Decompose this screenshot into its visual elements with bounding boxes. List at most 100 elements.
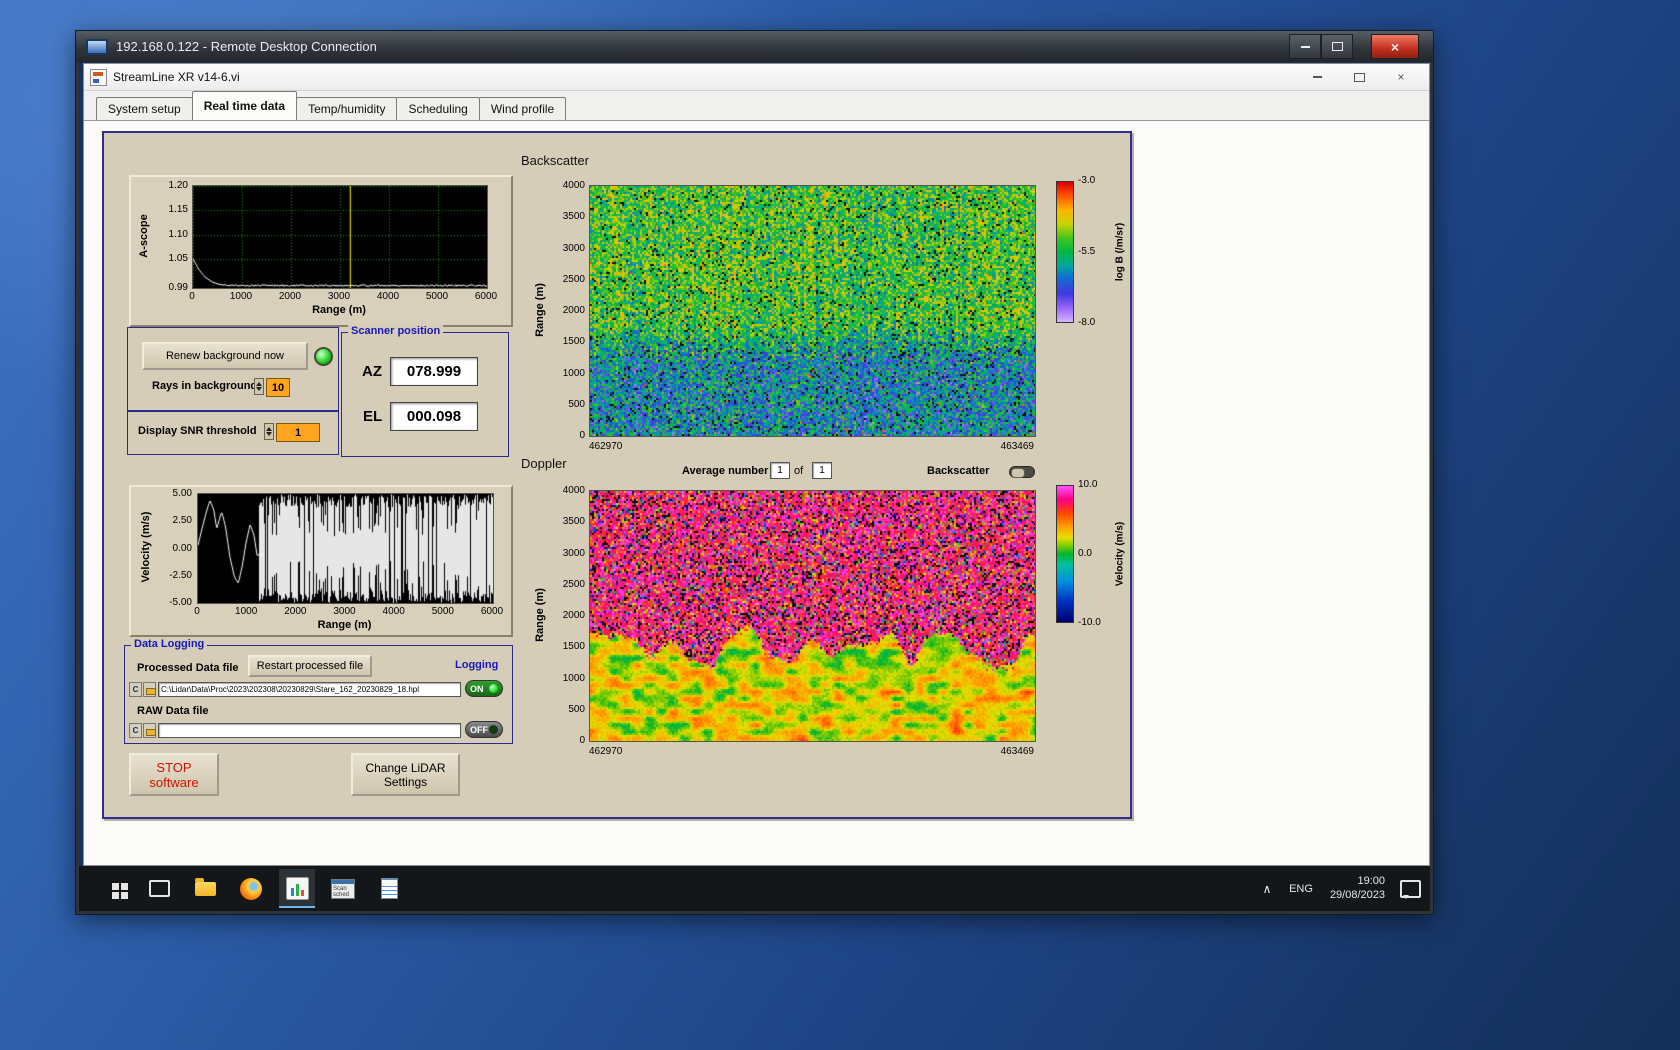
task-view-icon [148,880,170,897]
start-button[interactable] [95,869,131,908]
y-tick-label: 3500 [562,516,585,528]
tab-system-setup[interactable]: System setup [96,97,193,120]
chevron-up-icon: ∧ [1262,881,1272,896]
vi-titlebar[interactable]: StreamLine XR v14-6.vi × [84,64,1429,91]
y-tick-label: 2500 [562,578,585,590]
snr-box: Display SNR threshold 1 [127,411,339,455]
processed-logging-toggle[interactable]: ON [465,680,503,697]
tab-temp-humidity[interactable]: Temp/humidity [296,97,398,120]
tab-scheduling[interactable]: Scheduling [396,97,480,120]
y-tick-label: 1.15 [168,204,188,216]
rdp-window: 192.168.0.122 - Remote Desktop Connectio… [75,30,1434,915]
firefox-button[interactable] [233,869,269,908]
vi-minimize-button[interactable] [1303,68,1331,86]
velocity-plot[interactable] [197,493,494,604]
clock-date: 29/08/2023 [1329,888,1385,901]
x-tick-label: 2000 [278,291,302,302]
rdp-titlebar[interactable]: 192.168.0.122 - Remote Desktop Connectio… [76,31,1433,62]
restore-icon [1353,72,1365,82]
vi-close-button[interactable]: × [1387,68,1415,86]
x-tick-label: 2000 [284,606,307,617]
browse-folder-icon[interactable] [143,682,156,697]
drive-selector-icon[interactable]: C [129,682,142,697]
y-tick-label: 1.05 [168,252,188,264]
x-tick-label: 5000 [425,291,449,302]
doppler-colorbar-ticks: 10.0 0.0 -10.0 [1078,479,1116,628]
renew-background-label: Renew background now [165,350,285,362]
snr-spinner[interactable] [264,423,274,440]
y-tick-label: 1.10 [168,228,188,240]
firefox-icon [240,877,262,900]
backscatter-display-toggle[interactable] [1009,466,1035,478]
raw-logging-toggle[interactable]: OFF [465,721,503,738]
scan-scheduler-button[interactable]: Scan sched [325,869,361,908]
velocity-y-axis-label: Velocity (m/s) [140,511,152,583]
scan-scheduler-caption: Scan sched [333,885,350,898]
raw-path-field[interactable] [158,723,461,738]
rays-value-field[interactable]: 10 [266,378,290,397]
doppler-heatmap[interactable] [589,490,1036,742]
colorbar-tick-label: -5.5 [1078,246,1096,257]
ascope-x-axis-label: Range (m) [312,304,366,316]
tab-real-time-data[interactable]: Real time data [191,91,298,120]
tab-wind-profile[interactable]: Wind profile [478,97,567,120]
notes-app-icon [380,878,398,899]
taskbar-clock[interactable]: 19:00 29/08/2023 [1323,866,1389,911]
browse-folder-icon[interactable] [143,723,156,738]
ascope-y-ticks: 1.20 1.15 1.10 1.05 0.99 [150,180,188,293]
colorbar-tick-label: 0.0 [1078,548,1092,559]
y-tick-label: 500 [568,703,585,715]
x-tick-label: 5000 [431,606,454,617]
processed-path-field[interactable]: C:\Lidar\Data\Proc\2023\202308\20230829\… [158,682,461,697]
labview-vi-icon [90,68,107,86]
action-center-button[interactable] [1395,866,1425,911]
backscatter-heatmap[interactable] [589,185,1036,437]
ascope-plot[interactable] [192,185,488,289]
snr-value-field[interactable]: 1 [276,423,320,442]
rdp-computer-icon [86,38,108,55]
rdp-restore-button[interactable] [1321,34,1353,59]
background-led-indicator [314,347,333,366]
y-tick-label: 1000 [562,672,585,684]
y-tick-label: 1500 [562,336,585,348]
doppler-x-end-label: 463469 [1000,746,1034,757]
y-tick-label: 0 [579,430,585,441]
x-tick-label: 0 [189,291,195,302]
stop-software-button[interactable]: STOP software [129,753,219,796]
backscatter-x-end-label: 463469 [1000,441,1034,452]
average-number-label: Average number [682,465,769,477]
y-tick-label: 2500 [562,273,585,285]
renew-background-button[interactable]: Renew background now [142,342,308,370]
task-view-button[interactable] [141,869,177,908]
ascope-x-ticks: 0 1000 2000 3000 4000 5000 6000 [189,291,497,303]
average-total-field[interactable]: 1 [812,462,832,479]
y-tick-label: 5.00 [172,488,192,499]
colorbar-tick-label: 10.0 [1078,479,1098,490]
restart-processed-file-button[interactable]: Restart processed file [248,655,372,677]
notes-app-button[interactable] [371,869,407,908]
az-label: AZ [362,363,382,380]
streamline-app-button[interactable] [279,869,315,908]
rdp-minimize-button[interactable] [1289,34,1321,59]
x-tick-label: 4000 [376,291,400,302]
taskbar: Scan sched ∧ ENG 19:00 29/08/2023 [79,866,1430,911]
velocity-x-axis-label: Range (m) [317,619,372,631]
language-indicator[interactable]: ENG [1283,866,1319,911]
tab-bar: System setup Real time data Temp/humidity S… [96,91,567,120]
y-tick-label: 1500 [562,641,585,653]
folder-icon [194,877,216,896]
rdp-close-button[interactable]: × [1371,34,1419,59]
x-tick-label: 4000 [382,606,405,617]
az-value-display: 078.999 [390,357,478,386]
change-lidar-settings-button[interactable]: Change LiDAR Settings [351,753,460,796]
drive-selector-icon[interactable]: C [129,723,142,738]
rays-in-background-label: Rays in background [152,380,258,392]
hidden-icons-button[interactable]: ∧ [1255,866,1279,911]
scan-scheduler-icon: Scan sched [331,878,355,899]
rays-spinner[interactable] [254,378,264,395]
of-label: of [794,465,804,477]
file-explorer-button[interactable] [187,869,223,908]
vi-restore-button[interactable] [1345,68,1373,86]
doppler-colorbar-label: Velocity (m/s) [1114,521,1126,587]
average-number-field[interactable]: 1 [770,462,790,479]
